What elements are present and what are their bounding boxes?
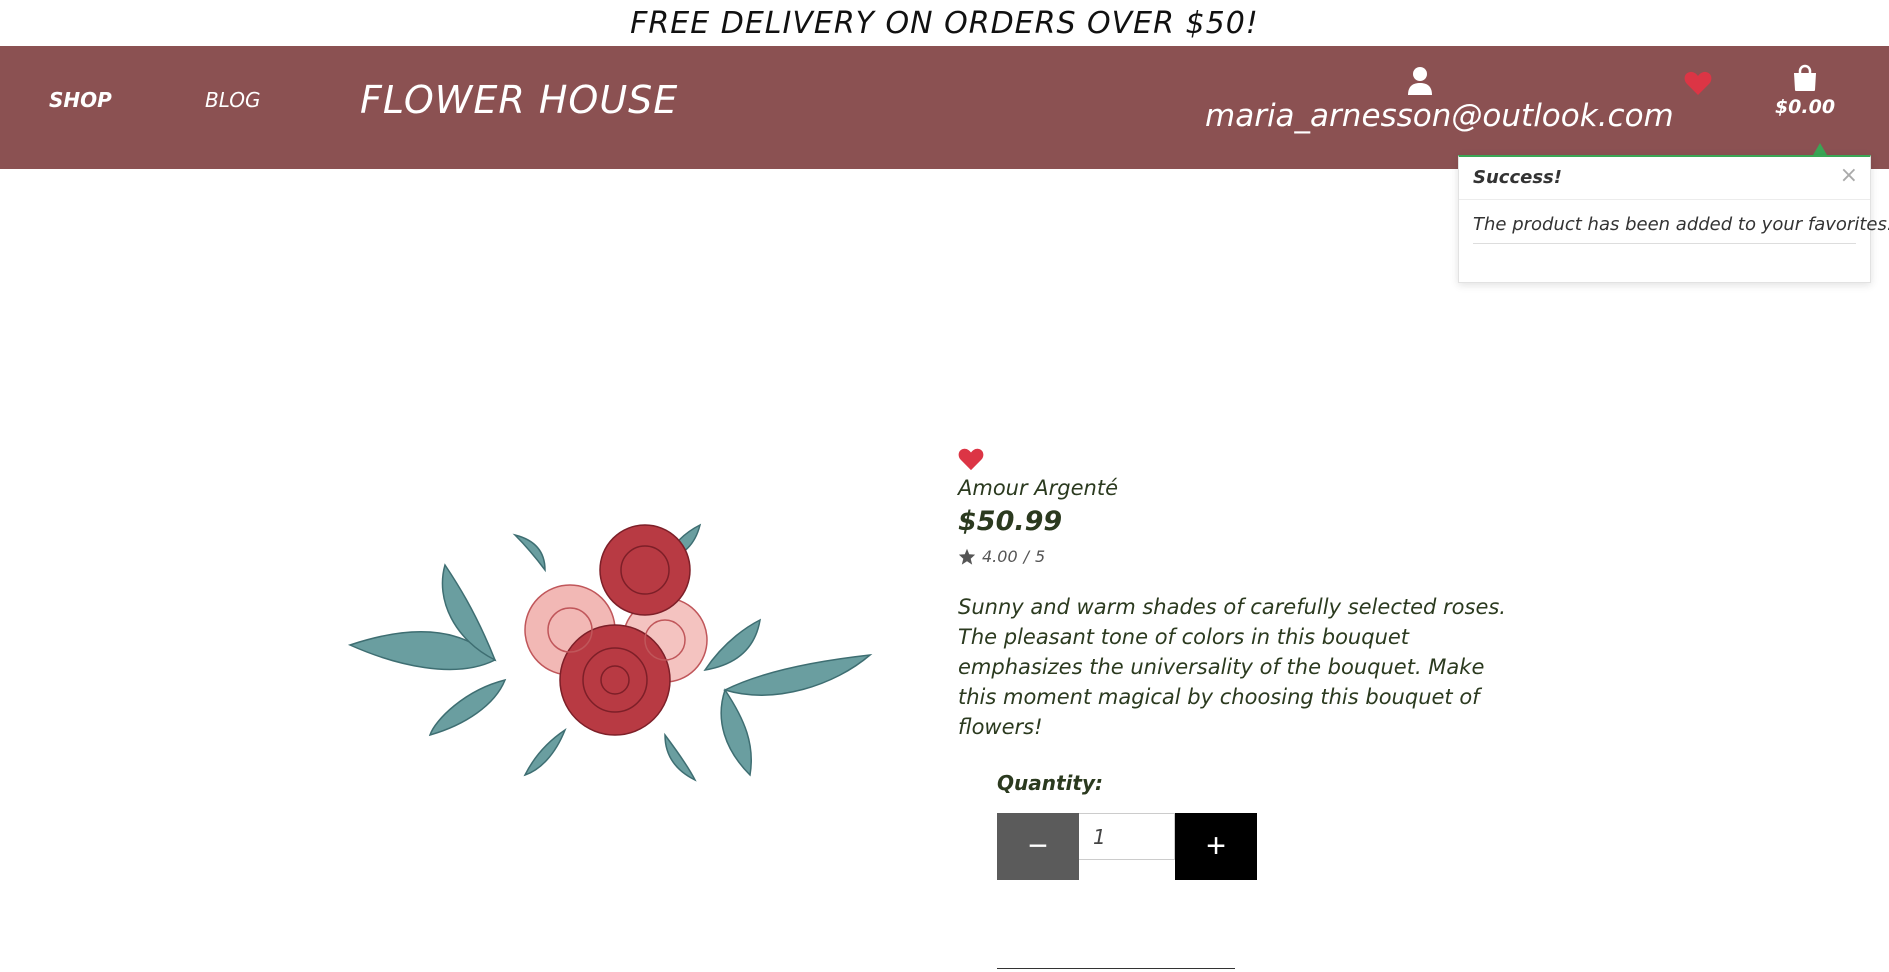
cart-link[interactable]: $0.00 — [1770, 64, 1840, 118]
heart-icon — [1684, 71, 1712, 95]
toast-header: Success! × — [1459, 157, 1870, 200]
product-price: $50.99 — [958, 506, 1063, 537]
account-email: maria_arnesson@outlook.com — [1205, 98, 1674, 134]
shopping-bag-icon — [1794, 64, 1816, 91]
nav-shop-link[interactable]: SHOP — [49, 88, 112, 112]
cart-total: $0.00 — [1774, 96, 1836, 118]
product-description: Sunny and warm shades of carefully selec… — [958, 595, 1506, 739]
rose-decoration — [524, 524, 708, 736]
heart-icon — [958, 448, 984, 471]
rating-max: 5 — [1035, 547, 1046, 566]
increase-quantity-button[interactable]: + — [1175, 813, 1257, 880]
product-name: Amour Argenté — [958, 476, 1119, 500]
product-rating: 4.00 / 5 — [958, 547, 1045, 566]
toast-pointer — [1813, 143, 1827, 155]
toast-message: The product has been added to your favor… — [1473, 214, 1889, 244]
quantity-input[interactable] — [1079, 813, 1175, 860]
promo-banner: FREE DELIVERY ON ORDERS OVER $50! — [0, 0, 1889, 46]
quantity-label: Quantity: — [997, 771, 1103, 795]
user-icon — [1408, 67, 1432, 95]
main-navbar: SHOP BLOG FLOWER HOUSE maria_arnesson@ou… — [0, 46, 1889, 169]
toast-title: Success! — [1473, 167, 1562, 188]
favorite-toggle[interactable] — [958, 447, 984, 475]
star-icon — [958, 548, 976, 565]
add-to-bag-button-edge[interactable] — [997, 968, 1235, 972]
decrease-quantity-button[interactable]: − — [997, 813, 1079, 880]
close-icon[interactable]: × — [1840, 163, 1858, 188]
rating-separator: / — [1023, 547, 1030, 566]
account-link[interactable]: maria_arnesson@outlook.com — [1205, 66, 1674, 156]
nav-blog-link[interactable]: BLOG — [205, 88, 261, 112]
rating-value: 4.00 — [982, 547, 1018, 566]
favorites-link[interactable] — [1684, 70, 1712, 100]
promo-text: FREE DELIVERY ON ORDERS OVER $50! — [630, 5, 1259, 41]
brand-logo[interactable]: FLOWER HOUSE — [360, 78, 678, 122]
success-toast: Success! × The product has been added to… — [1458, 155, 1889, 283]
product-image — [347, 523, 873, 782]
